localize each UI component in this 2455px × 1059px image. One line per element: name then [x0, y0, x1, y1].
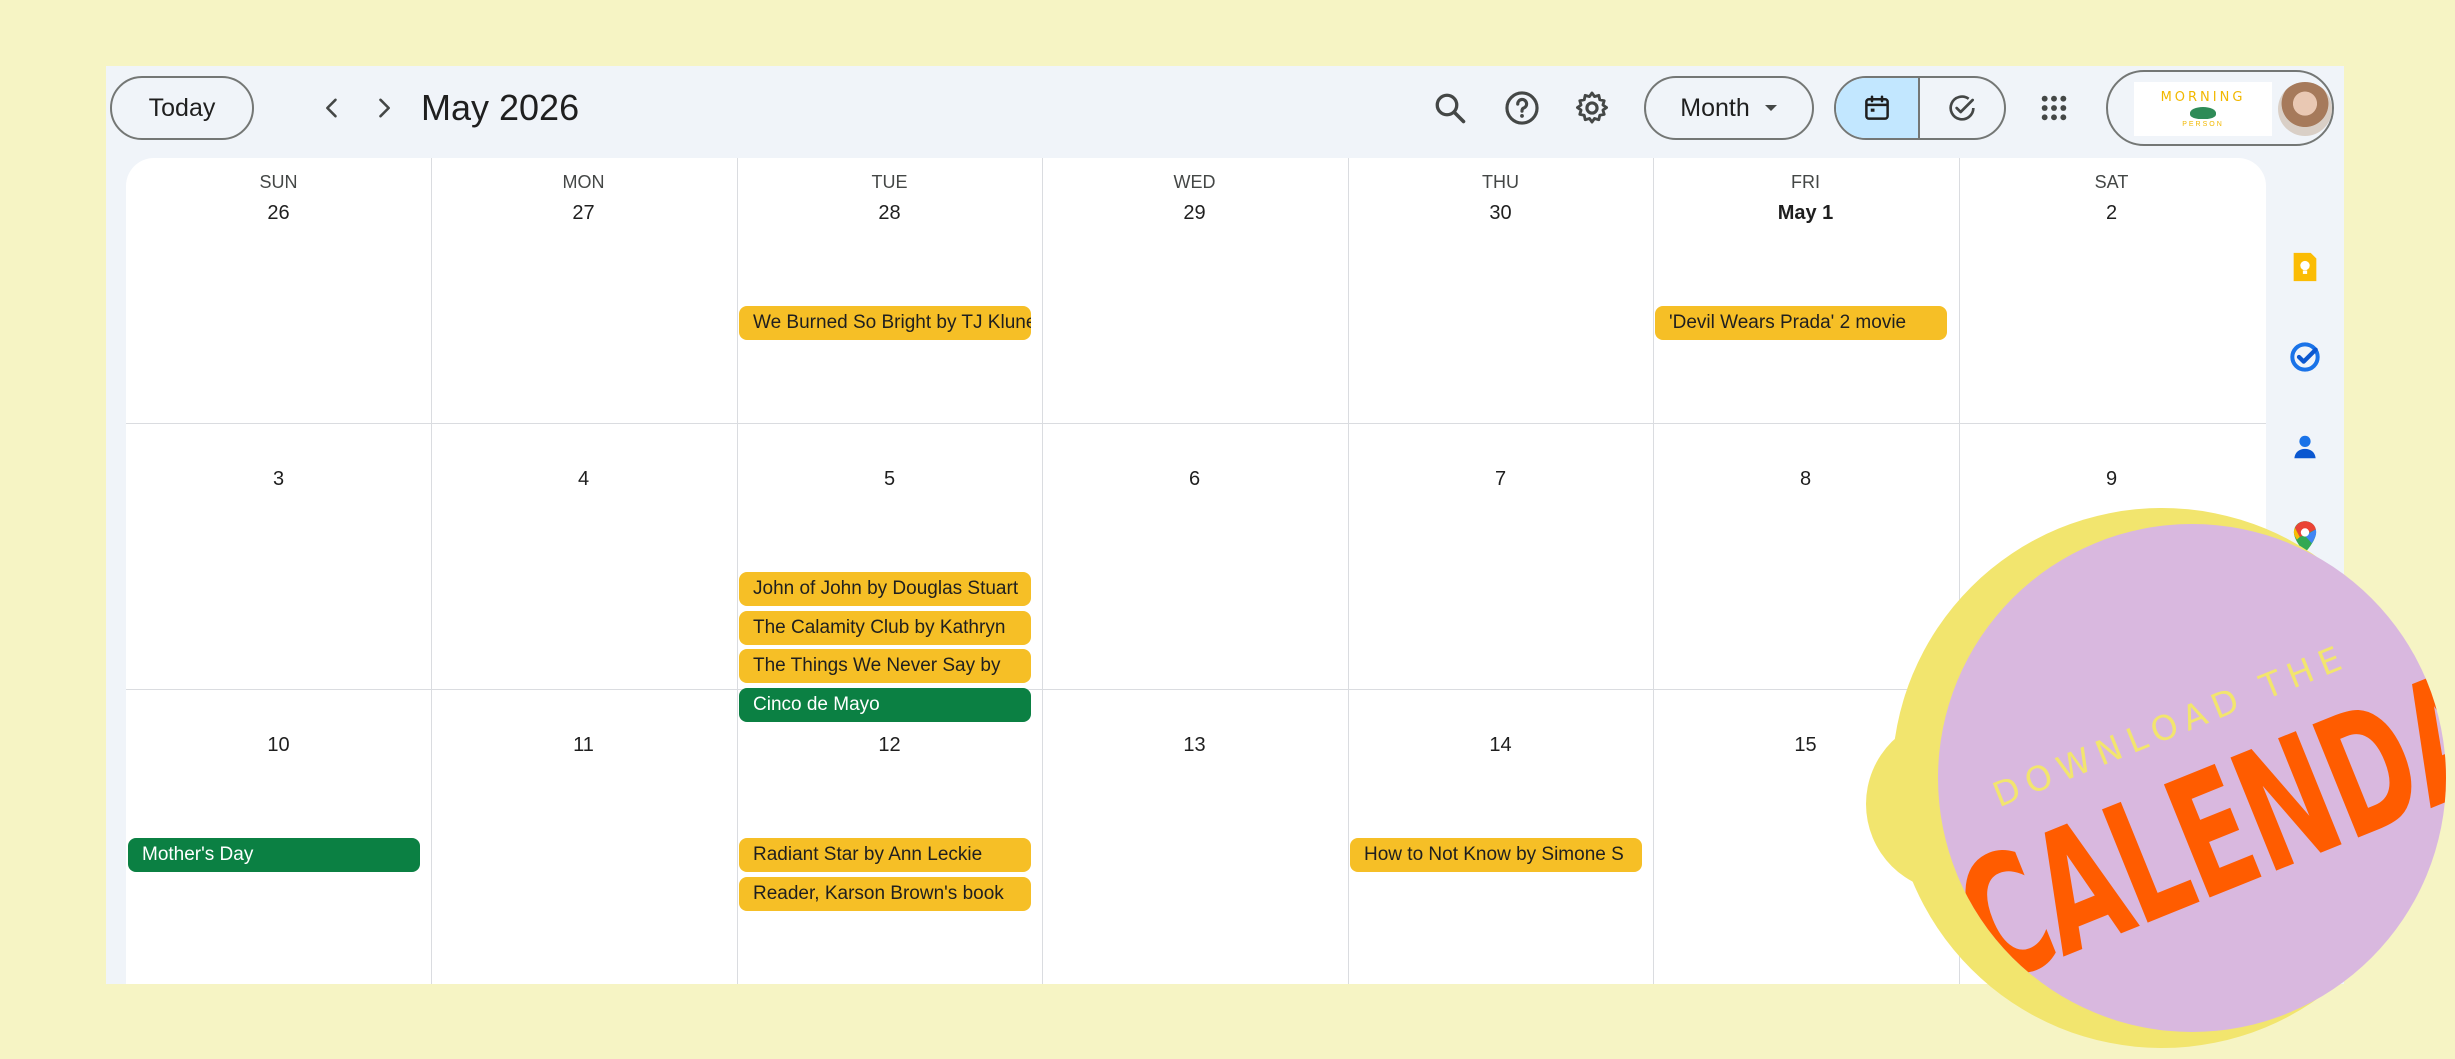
weekday-header-fri: FRI: [1791, 172, 1820, 192]
event-chip[interactable]: 'Devil Wears Prada' 2 movie: [1655, 306, 1947, 340]
tasks-icon: [2290, 342, 2320, 372]
day-number[interactable]: 6: [1042, 468, 1347, 491]
holiday-event-chip[interactable]: Cinco de Mayo: [739, 688, 1031, 722]
contacts-button[interactable]: [2288, 430, 2322, 464]
day-number[interactable]: 27: [431, 202, 736, 225]
calendar-icon: [1865, 95, 1889, 120]
account-switcher[interactable]: MORNING PERSON: [2106, 70, 2334, 146]
weekday-header-thu: THU: [1482, 172, 1519, 192]
bird-logo-icon: [2190, 107, 2216, 119]
day-number[interactable]: 26: [126, 202, 431, 225]
view-selector-dropdown[interactable]: Month: [1644, 76, 1814, 140]
day-number[interactable]: 14: [1348, 734, 1653, 757]
download-calendar-badge[interactable]: DOWNLOAD THE CALENDAR: [1862, 508, 2446, 1048]
weekday-header-sat: SAT: [2094, 172, 2129, 192]
dropdown-arrow-icon: [1764, 105, 1777, 111]
day-number[interactable]: 28: [737, 202, 1042, 225]
event-chip[interactable]: The Calamity Club by Kathryn: [739, 611, 1031, 645]
avatar[interactable]: [2278, 82, 2332, 136]
apps-launcher-button[interactable]: [2030, 84, 2078, 132]
current-month-title: May 2026: [421, 87, 580, 128]
weekday-header-sun: SUN: [259, 172, 298, 192]
badge-circle: DOWNLOAD THE CALENDAR: [1938, 524, 2446, 1032]
tasks-button[interactable]: [2288, 340, 2322, 374]
badge-ring: DOWNLOAD THE CALENDAR: [1892, 508, 2446, 1048]
day-number[interactable]: 12: [737, 734, 1042, 757]
search-button[interactable]: [1426, 84, 1474, 132]
day-number[interactable]: 8: [1653, 468, 1958, 491]
event-chip[interactable]: John of John by Douglas Stuart: [739, 572, 1031, 606]
event-chip[interactable]: Reader, Karson Brown's book: [739, 877, 1031, 911]
contacts-icon: [2294, 435, 2316, 459]
holiday-event-chip[interactable]: Mother's Day: [128, 838, 420, 872]
top-toolbar: Today May 2026 Month MORNING PERSON: [106, 66, 2344, 158]
badge-text-group: DOWNLOAD THE CALENDAR: [1938, 524, 2446, 1032]
day-number[interactable]: 7: [1348, 468, 1653, 491]
chevron-right-icon: [379, 98, 390, 118]
event-chip[interactable]: How to Not Know by Simone S: [1350, 838, 1642, 872]
keep-button[interactable]: [2288, 250, 2322, 284]
day-number[interactable]: 4: [431, 468, 736, 491]
search-icon: [1435, 93, 1466, 124]
help-icon: [1505, 91, 1539, 125]
next-month-button[interactable]: [362, 86, 406, 130]
logo-word: MORNING: [2160, 90, 2246, 105]
weekday-header-wed: WED: [1173, 172, 1216, 192]
today-button[interactable]: Today: [110, 76, 254, 140]
day-number[interactable]: 11: [431, 734, 736, 757]
calendar-view-toggle-button[interactable]: [1836, 78, 1920, 138]
calendar-tasks-toggle: [1834, 76, 2006, 140]
day-number[interactable]: 2: [1959, 202, 2264, 225]
keep-icon: [2293, 252, 2317, 282]
day-number[interactable]: 13: [1042, 734, 1347, 757]
tasks-view-toggle-button[interactable]: [1920, 78, 2004, 138]
day-number[interactable]: May 1: [1653, 202, 1958, 225]
organization-logo: MORNING PERSON: [2134, 82, 2272, 136]
gear-icon: [1576, 91, 1608, 124]
day-number[interactable]: 5: [737, 468, 1042, 491]
settings-button[interactable]: [1568, 84, 1616, 132]
view-selector-label: Month: [1680, 93, 1750, 122]
weekday-header-mon: MON: [562, 172, 605, 192]
event-chip[interactable]: Radiant Star by Ann Leckie: [739, 838, 1031, 872]
day-number[interactable]: 30: [1348, 202, 1653, 225]
weekday-header-tue: TUE: [871, 172, 908, 192]
check-circle-icon: [1949, 95, 1975, 121]
day-number[interactable]: 10: [126, 734, 431, 757]
help-button[interactable]: [1498, 84, 1546, 132]
day-number[interactable]: 29: [1042, 202, 1347, 225]
event-chip[interactable]: We Burned So Bright by TJ Klune: [739, 306, 1031, 340]
day-number[interactable]: 9: [1959, 468, 2264, 491]
logo-subword: PERSON: [2182, 121, 2224, 128]
day-number[interactable]: 3: [126, 468, 431, 491]
apps-grid-icon: [2041, 95, 2067, 121]
chevron-left-icon: [326, 98, 337, 118]
previous-month-button[interactable]: [310, 86, 354, 130]
event-chip[interactable]: The Things We Never Say by: [739, 649, 1031, 683]
